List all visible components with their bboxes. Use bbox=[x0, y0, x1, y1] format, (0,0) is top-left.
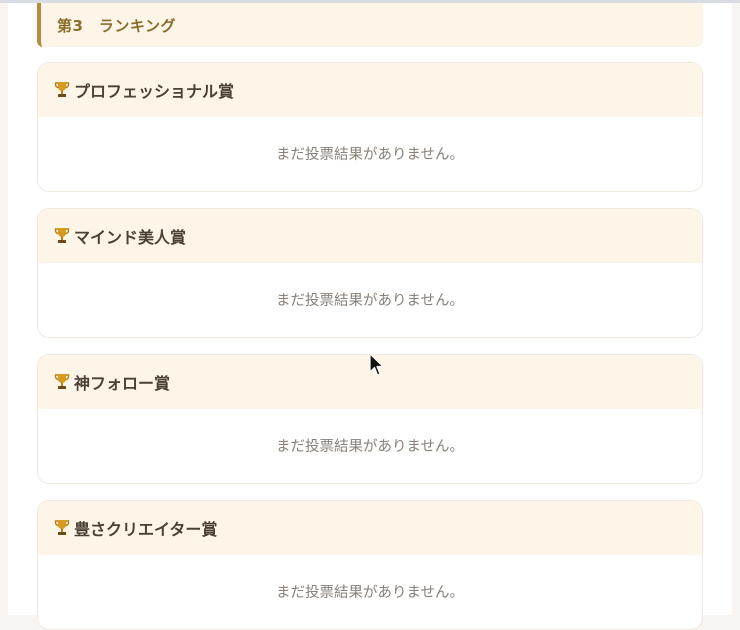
trophy-icon bbox=[54, 520, 70, 535]
trophy-icon bbox=[54, 228, 70, 243]
mouse-cursor-icon bbox=[369, 353, 384, 376]
award-card-body: まだ投票結果がありません。 bbox=[38, 555, 702, 629]
empty-result-message: まだ投票結果がありません。 bbox=[275, 146, 465, 163]
award-card-header: マインド美人賞 bbox=[38, 209, 702, 263]
award-card-body: まだ投票結果がありません。 bbox=[38, 409, 702, 483]
empty-result-message: まだ投票結果がありません。 bbox=[275, 584, 465, 601]
award-card-body: まだ投票結果がありません。 bbox=[38, 263, 702, 337]
empty-result-message: まだ投票結果がありません。 bbox=[275, 438, 465, 455]
empty-result-message: まだ投票結果がありません。 bbox=[275, 292, 465, 309]
section-title: 第3 ランキング bbox=[57, 16, 176, 35]
award-card-header: 豊さクリエイター賞 bbox=[38, 501, 702, 555]
award-title: 神フォロー賞 bbox=[74, 374, 171, 393]
award-card-header: プロフェッショナル賞 bbox=[38, 63, 702, 117]
trophy-icon bbox=[54, 374, 70, 389]
section-heading: 第3 ランキング bbox=[37, 3, 703, 47]
award-card-rich-creator: 豊さクリエイター賞 まだ投票結果がありません。 bbox=[37, 500, 703, 630]
ranking-page: 第3 ランキング プロフェッショナル賞 まだ投票結果がありません。 マインド美人… bbox=[8, 3, 732, 630]
award-card-mind-beauty: マインド美人賞 まだ投票結果がありません。 bbox=[37, 208, 703, 338]
trophy-icon bbox=[54, 82, 70, 97]
award-card-body: まだ投票結果がありません。 bbox=[38, 117, 702, 191]
award-title: 豊さクリエイター賞 bbox=[74, 520, 218, 539]
award-card-professional: プロフェッショナル賞 まだ投票結果がありません。 bbox=[37, 62, 703, 192]
award-title: プロフェッショナル賞 bbox=[74, 82, 235, 101]
award-title: マインド美人賞 bbox=[74, 228, 187, 247]
